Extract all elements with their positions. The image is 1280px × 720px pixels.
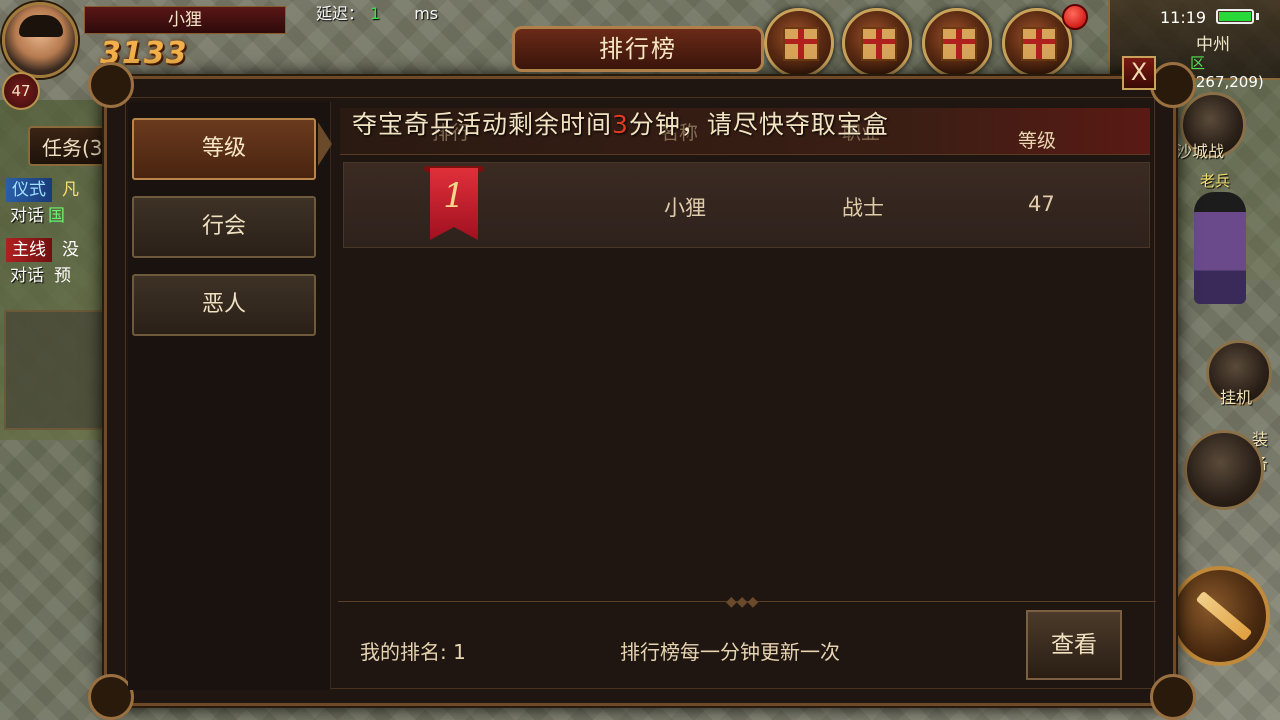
quest-tag: 对话 [10, 266, 44, 286]
player-level-badge: 47 [2, 72, 40, 110]
view-button[interactable]: 查看 [1026, 610, 1122, 680]
clock: 11:19 [1160, 8, 1207, 27]
gift-icon[interactable] [922, 8, 992, 78]
player-name-plate: 小狸 [84, 6, 286, 34]
latency-unit: ms [414, 4, 439, 23]
active-tab-arrow [318, 122, 332, 166]
sabak-war-label: 沙城战 [1176, 142, 1225, 161]
dialog-corner-ornament [1150, 674, 1196, 720]
row-class: 战士 [842, 196, 884, 220]
column-header-level: 等级 [1018, 130, 1057, 152]
notice-prefix: 夺宝奇兵活动剩余时间 [352, 110, 613, 139]
zone-marker: 区 [1190, 54, 1206, 72]
sword-icon [1195, 590, 1253, 642]
battery-tip [1256, 13, 1259, 20]
latency-label: 延迟： [316, 4, 365, 23]
coordinate-value: (267,209) [1190, 73, 1264, 91]
quest-item[interactable]: 主线没 [6, 238, 116, 262]
quest-tag: 主线 [6, 238, 52, 262]
tab-villain[interactable]: 恶人 [132, 274, 316, 336]
quest-text: 预 [54, 266, 71, 286]
close-button[interactable]: X [1122, 56, 1156, 90]
quest-text: 国 [48, 206, 65, 226]
rank-number: 1 [443, 176, 465, 216]
divider-ornament-icon: ◆◆◆ [726, 594, 759, 610]
quest-item[interactable]: 对话国 [6, 204, 116, 228]
battery-icon [1216, 9, 1254, 24]
dialog-title: 排行榜 [512, 26, 764, 72]
coordinates: 区(267,209) [1190, 52, 1280, 91]
event-notice: 夺宝奇兵活动剩余时间3分钟，请尽快夺取宝盒 [352, 105, 889, 141]
npc-name: 老兵 [1200, 172, 1231, 190]
skill-slot[interactable] [1184, 430, 1264, 510]
minimap-panel[interactable] [4, 310, 112, 430]
my-rank: 我的排名: 1 [360, 640, 466, 664]
latency-value: 1 [370, 4, 381, 23]
player-avatar[interactable] [2, 2, 78, 78]
attack-button[interactable] [1170, 566, 1270, 666]
notice-suffix: 分钟，请尽快夺取宝盒 [628, 110, 889, 139]
tab-level[interactable]: 等级 [132, 118, 316, 180]
tab-guild[interactable]: 行会 [132, 196, 316, 258]
row-name: 小狸 [664, 196, 706, 220]
dialog-corner-ornament [1150, 62, 1196, 108]
quest-text: 没 [62, 240, 79, 260]
quest-text: 凡 [62, 180, 79, 200]
update-note: 排行榜每一分钟更新一次 [620, 640, 840, 664]
npc-character[interactable] [1194, 192, 1246, 304]
tab-column [128, 102, 331, 690]
quest-tag: 对话 [10, 206, 44, 226]
row-level: 47 [1028, 192, 1055, 216]
treasure-icon[interactable] [842, 8, 912, 78]
quest-tag: 仪式 [6, 178, 52, 202]
notification-dot-icon [1062, 4, 1088, 30]
notice-minutes: 3 [612, 110, 629, 139]
gift-icon[interactable] [764, 8, 834, 78]
auto-battle-label: 挂机 [1220, 388, 1253, 407]
latency-readout: 延迟： 1 ms [316, 0, 438, 24]
quest-item[interactable]: 仪式凡 [6, 178, 116, 202]
quest-item[interactable]: 对话预 [6, 264, 116, 288]
